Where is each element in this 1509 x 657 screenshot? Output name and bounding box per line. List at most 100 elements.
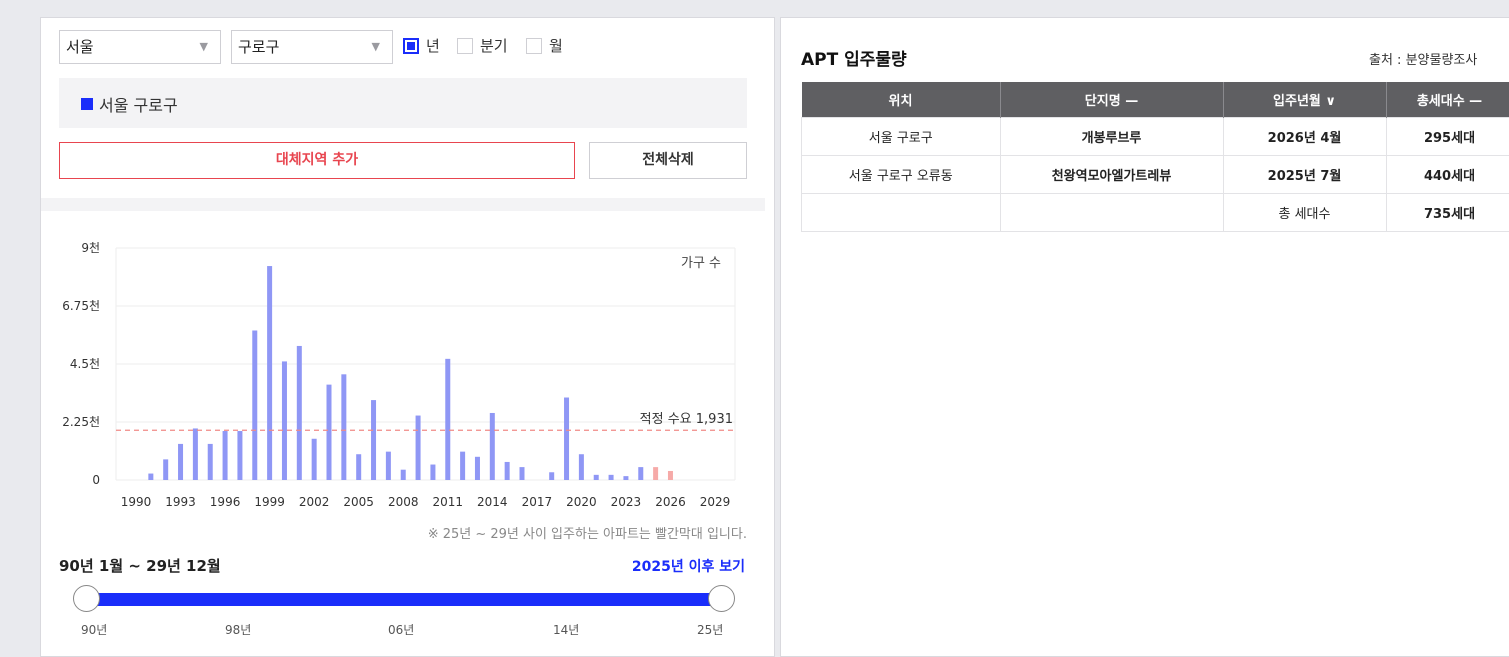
- bar-2009[interactable]: [416, 416, 421, 480]
- x-tick-label: 1993: [165, 495, 196, 509]
- period-quarter-checkbox[interactable]: [457, 38, 473, 54]
- cell-empty: [802, 194, 1001, 232]
- x-tick-label: 2014: [477, 495, 508, 509]
- period-month-checkbox[interactable]: [526, 38, 542, 54]
- cell-total-label: 총 세대수: [1223, 194, 1386, 232]
- bar-2016[interactable]: [520, 467, 525, 480]
- bar-1994[interactable]: [193, 428, 198, 480]
- bar-2026[interactable]: [668, 471, 673, 480]
- table-header-row: 위치 단지명 — 입주년월 ∨ 총세대수 —: [802, 82, 1509, 118]
- series-label: 가구 수: [681, 256, 721, 271]
- bar-2006[interactable]: [371, 400, 376, 480]
- period-year-checkbox[interactable]: [403, 38, 419, 54]
- range-slider-start-handle[interactable]: [73, 585, 100, 612]
- x-tick-label: 2011: [432, 495, 463, 509]
- x-tick-label: 1996: [210, 495, 241, 509]
- bar-2010[interactable]: [430, 465, 435, 480]
- bar-2022[interactable]: [609, 475, 614, 480]
- bar-2024[interactable]: [638, 467, 643, 480]
- x-tick-label: 2029: [700, 495, 731, 509]
- bar-2018[interactable]: [549, 472, 554, 480]
- bar-2003[interactable]: [327, 385, 332, 480]
- col-location[interactable]: 위치: [802, 82, 1001, 118]
- cell-location: 서울 구로구 오류동: [802, 156, 1001, 194]
- bar-2004[interactable]: [341, 374, 346, 480]
- x-tick-label: 2005: [343, 495, 374, 509]
- add-alt-region-button[interactable]: 대체지역 추가: [59, 142, 575, 179]
- y-tick-label: 4.5천: [70, 356, 100, 371]
- cell-location: 서울 구로구: [802, 118, 1001, 156]
- delete-all-button[interactable]: 전체삭제: [589, 142, 747, 179]
- bar-2000[interactable]: [282, 361, 287, 480]
- x-tick-label: 1999: [254, 495, 285, 509]
- x-tick-label: 2008: [388, 495, 419, 509]
- bar-2011[interactable]: [445, 359, 450, 480]
- bar-2020[interactable]: [579, 454, 584, 480]
- city-select[interactable]: 서울 ▼: [59, 30, 221, 64]
- y-tick-label: 0: [92, 473, 100, 487]
- right-panel: APT 입주물량 출처 : 분양물량조사 위치 단지명 — 입주년월 ∨ 총세대…: [780, 17, 1509, 657]
- slider-label: 25년: [697, 621, 723, 638]
- cell-move-in-date: 2026년 4월: [1223, 118, 1386, 156]
- section-divider: [41, 198, 765, 211]
- bar-2001[interactable]: [297, 346, 302, 480]
- bar-1992[interactable]: [163, 459, 168, 480]
- bar-2015[interactable]: [505, 462, 510, 480]
- bar-1995[interactable]: [208, 444, 213, 480]
- bar-2025[interactable]: [653, 467, 658, 480]
- slider-label: 06년: [388, 621, 414, 638]
- supply-bar-chart: 02.25천4.5천6.75천9천적정 수요 1,931가구 수19901993…: [41, 213, 765, 518]
- bar-2012[interactable]: [460, 452, 465, 480]
- apt-supply-title: APT 입주물량: [801, 45, 907, 70]
- left-panel: 서울 ▼ 구로구 ▼ 년 분기 월 서울 구로구 대체지역 추가 전체삭제 02…: [40, 17, 775, 657]
- y-tick-label: 2.25천: [62, 414, 100, 429]
- x-tick-label: 2023: [611, 495, 642, 509]
- cell-empty: [1000, 194, 1223, 232]
- cell-total-units: 440세대: [1386, 156, 1509, 194]
- selected-region-box: 서울 구로구: [59, 78, 747, 128]
- range-slider-end-handle[interactable]: [708, 585, 735, 612]
- bar-2002[interactable]: [312, 439, 317, 480]
- slider-label: 98년: [225, 621, 251, 638]
- x-tick-label: 2026: [655, 495, 686, 509]
- data-source: 출처 : 분양물량조사: [1369, 49, 1477, 68]
- range-slider-track[interactable]: [86, 593, 722, 606]
- district-select-value: 구로구: [238, 38, 279, 56]
- bar-1991[interactable]: [148, 474, 153, 480]
- col-total-units[interactable]: 총세대수 —: [1386, 82, 1509, 118]
- period-month-label: 월: [549, 35, 563, 56]
- bar-1996[interactable]: [223, 431, 228, 480]
- x-tick-label: 2017: [522, 495, 553, 509]
- view-after-2025-link[interactable]: 2025년 이후 보기: [632, 556, 745, 576]
- bar-2021[interactable]: [594, 475, 599, 480]
- bar-2008[interactable]: [401, 470, 406, 480]
- cell-move-in-date: 2025년 7월: [1223, 156, 1386, 194]
- apt-supply-table: 위치 단지명 — 입주년월 ∨ 총세대수 — 서울 구로구 개봉루브루 2026…: [801, 82, 1509, 232]
- x-tick-label: 2002: [299, 495, 330, 509]
- table-total-row: 총 세대수 735세대: [802, 194, 1509, 232]
- cell-complex-name: 개봉루브루: [1000, 118, 1223, 156]
- x-tick-label: 2020: [566, 495, 597, 509]
- bar-2019[interactable]: [564, 398, 569, 480]
- bar-2007[interactable]: [386, 452, 391, 480]
- bar-1998[interactable]: [252, 330, 257, 480]
- period-quarter-label: 분기: [480, 35, 508, 56]
- col-complex-name[interactable]: 단지명 —: [1000, 82, 1223, 118]
- district-select[interactable]: 구로구 ▼: [231, 30, 393, 64]
- slider-label: 90년: [81, 621, 107, 638]
- bar-1999[interactable]: [267, 266, 272, 480]
- bar-2023[interactable]: [623, 476, 628, 480]
- y-tick-label: 9천: [81, 240, 100, 255]
- x-tick-label: 1990: [121, 495, 152, 509]
- selected-region-label[interactable]: 서울 구로구: [99, 92, 178, 116]
- bar-1997[interactable]: [237, 431, 242, 480]
- col-move-in-date[interactable]: 입주년월 ∨: [1223, 82, 1386, 118]
- table-row[interactable]: 서울 구로구 오류동 천왕역모아엘가트레뷰 2025년 7월 440세대: [802, 156, 1509, 194]
- bar-2014[interactable]: [490, 413, 495, 480]
- table-row[interactable]: 서울 구로구 개봉루브루 2026년 4월 295세대: [802, 118, 1509, 156]
- bar-2005[interactable]: [356, 454, 361, 480]
- bar-1993[interactable]: [178, 444, 183, 480]
- bar-2013[interactable]: [475, 457, 480, 480]
- chevron-down-icon: ▼: [200, 31, 208, 63]
- reference-label: 적정 수요 1,931: [640, 412, 733, 427]
